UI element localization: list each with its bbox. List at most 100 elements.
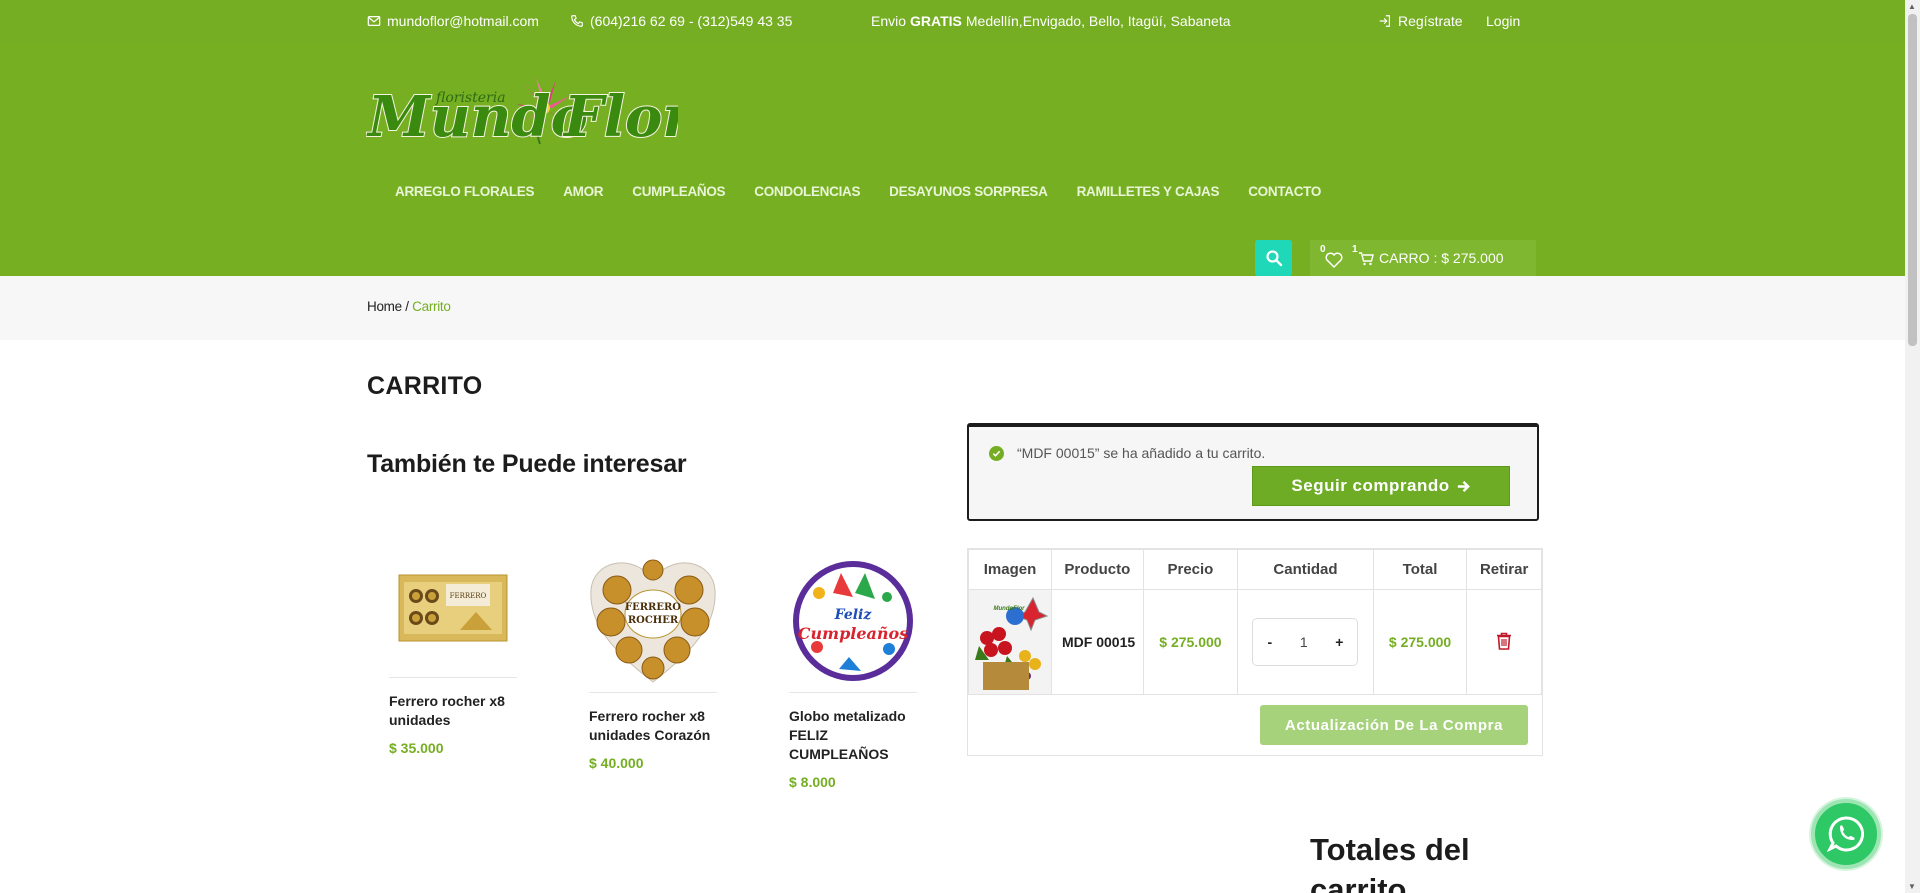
nav-arreglo-florales[interactable]: ARREGLO FLORALES xyxy=(395,184,535,199)
nav-desayunos-sorpresa[interactable]: DESAYUNOS SORPRESA xyxy=(889,184,1048,199)
logo-image: floristeria Mundo Flor xyxy=(365,78,696,151)
login-text: Login xyxy=(1486,13,1521,29)
whatsapp-button[interactable] xyxy=(1811,799,1881,869)
product-image[interactable]: FERRERO xyxy=(389,543,517,673)
product-divider xyxy=(789,692,917,693)
scroll-up-icon[interactable]: ▲ xyxy=(1908,2,1916,11)
cart-actions-row: Actualización De La Compra xyxy=(968,695,1542,755)
product-name[interactable]: Ferrero rocher x8 unidades xyxy=(389,692,517,730)
added-to-cart-notice: “MDF 00015” se ha añadido a tu carrito. … xyxy=(967,423,1539,521)
cart-icon xyxy=(1359,251,1374,265)
page-scrollbar[interactable]: ▲ ▼ xyxy=(1905,0,1920,893)
page-title: CARRITO xyxy=(367,372,483,400)
cart-count: 1 xyxy=(1352,244,1358,255)
nav-amor[interactable]: AMOR xyxy=(563,184,603,199)
breadcrumb-home[interactable]: Home xyxy=(367,299,402,314)
logo-main-text-2: Flor xyxy=(562,84,678,150)
shipping-free: GRATIS xyxy=(910,13,962,29)
whatsapp-icon xyxy=(1827,816,1865,853)
register-link[interactable]: Regístrate xyxy=(1378,13,1463,29)
quantity-input[interactable]: 1 xyxy=(1300,634,1308,650)
product-price: $ 40.000 xyxy=(589,755,644,771)
header-cart-area: 0 1 CARRO : $ 275.000 xyxy=(1310,240,1536,276)
breadcrumb-bar: Home / Carrito xyxy=(0,276,1905,340)
svg-text:FERRERO: FERRERO xyxy=(450,592,487,600)
arrow-right-icon xyxy=(1457,480,1470,492)
cart-table: Imagen Producto Precio Cantidad Total Re… xyxy=(967,548,1543,756)
product-name[interactable]: Globo metalizado FELIZ CUMPLEAÑOS xyxy=(789,707,917,764)
scroll-down-icon[interactable]: ▼ xyxy=(1908,882,1916,891)
shipping-cities: Medellín,Envigado, Bello, Itagüí, Sabane… xyxy=(965,13,1231,29)
product-image[interactable]: FERRERO ROCHER xyxy=(589,548,717,688)
scrollbar-thumb[interactable] xyxy=(1908,14,1917,346)
product-price: $ 8.000 xyxy=(789,774,836,790)
cart-label: CARRO : $ 275.000 xyxy=(1379,250,1504,266)
mail-icon xyxy=(367,16,381,26)
continue-shopping-label: Seguir comprando xyxy=(1291,476,1450,495)
main-nav: ARREGLO FLORALES AMOR CUMPLEAÑOS CONDOLE… xyxy=(395,184,1350,199)
cart-item-row: MundoFlor MDF 00015 $ 275.000 - 1 + $ 27… xyxy=(968,589,1542,695)
cart-button[interactable]: 1 CARRO : $ 275.000 xyxy=(1352,244,1504,266)
cart-item-price: $ 275.000 xyxy=(1142,589,1239,695)
quantity-decrease-button[interactable]: - xyxy=(1267,634,1272,650)
breadcrumb-current: Carrito xyxy=(412,299,451,314)
product-name[interactable]: Ferrero rocher x8 unidades Corazón xyxy=(589,707,717,745)
ferrero-heart-image: FERRERO ROCHER xyxy=(590,559,716,683)
col-precio: Precio xyxy=(1142,549,1239,590)
phone-icon xyxy=(571,15,583,27)
quantity-stepper: - 1 + xyxy=(1252,618,1359,666)
col-total: Total xyxy=(1372,549,1468,590)
logo-main-text: Mundo xyxy=(366,84,588,150)
site-logo[interactable]: floristeria Mundo Flor xyxy=(365,66,696,156)
related-product-card[interactable]: FERRERO Ferrero rocher x8 unidades $ 35.… xyxy=(389,543,517,756)
shipping-prefix: Envio xyxy=(871,13,907,29)
notice-message: “MDF 00015” se ha añadido a tu carrito. xyxy=(1017,445,1266,461)
balloon-image: Feliz Cumpleaños xyxy=(793,561,913,681)
email-text: mundoflor@hotmail.com xyxy=(387,13,539,29)
login-link[interactable]: Login xyxy=(1486,13,1520,29)
svg-text:Cumpleaños: Cumpleaños xyxy=(798,624,908,643)
site-header: floristeria Mundo Flor ARREGLO FLORALES … xyxy=(0,44,1905,276)
breadcrumb-separator: / xyxy=(401,299,413,314)
svg-text:ROCHER: ROCHER xyxy=(628,615,679,626)
nav-cumpleanos[interactable]: CUMPLEAÑOS xyxy=(632,184,725,199)
continue-shopping-button[interactable]: Seguir comprando xyxy=(1252,466,1510,506)
nav-condolencias[interactable]: CONDOLENCIAS xyxy=(754,184,860,199)
check-icon xyxy=(989,446,1004,461)
svg-text:FERRERO: FERRERO xyxy=(625,602,681,613)
col-producto: Producto xyxy=(1051,549,1144,590)
col-cantidad: Cantidad xyxy=(1237,549,1374,590)
nav-ramilletes-y-cajas[interactable]: RAMILLETES Y CAJAS xyxy=(1077,184,1220,199)
svg-text:MundoFlor: MundoFlor xyxy=(994,606,1026,612)
cart-item-quantity-cell: - 1 + xyxy=(1237,589,1374,695)
cart-item-total: $ 275.000 xyxy=(1372,589,1468,695)
shipping-info: Envio GRATIS Medellín,Envigado, Bello, I… xyxy=(871,13,1231,29)
cart-totals-title: Totales del carrito xyxy=(1310,832,1470,893)
svg-text:Feliz: Feliz xyxy=(834,607,873,623)
product-image[interactable]: Feliz Cumpleaños xyxy=(789,548,917,688)
update-cart-button[interactable]: Actualización De La Compra xyxy=(1260,705,1528,745)
product-divider xyxy=(589,692,717,693)
cart-table-header: Imagen Producto Precio Cantidad Total Re… xyxy=(968,549,1542,590)
quantity-increase-button[interactable]: + xyxy=(1335,634,1343,650)
contact-email[interactable]: mundoflor@hotmail.com xyxy=(367,13,539,29)
ferrero-box-image: FERRERO xyxy=(398,574,508,642)
col-imagen: Imagen xyxy=(968,549,1052,590)
heart-icon xyxy=(1325,252,1343,269)
cart-item-name[interactable]: MDF 00015 xyxy=(1051,589,1144,695)
remove-item-button[interactable] xyxy=(1466,589,1542,695)
col-retirar: Retirar xyxy=(1466,549,1542,590)
breadcrumb: Home / Carrito xyxy=(367,299,451,314)
product-price: $ 35.000 xyxy=(389,740,444,756)
register-icon xyxy=(1379,15,1390,27)
product-divider xyxy=(389,677,517,678)
wishlist-button[interactable]: 0 xyxy=(1320,244,1343,269)
contact-phone[interactable]: (604)216 62 69 - (312)549 43 35 xyxy=(570,13,792,29)
nav-contacto[interactable]: CONTACTO xyxy=(1248,184,1321,199)
related-product-card[interactable]: Feliz Cumpleaños Globo metalizado FELIZ … xyxy=(789,548,917,790)
related-product-card[interactable]: FERRERO ROCHER Ferrero rocher x8 unidade… xyxy=(589,548,717,771)
phone-text: (604)216 62 69 - (312)549 43 35 xyxy=(590,13,793,29)
related-title: También te Puede interesar xyxy=(367,450,687,478)
search-button[interactable] xyxy=(1255,240,1292,276)
cart-item-image[interactable]: MundoFlor xyxy=(968,589,1052,695)
